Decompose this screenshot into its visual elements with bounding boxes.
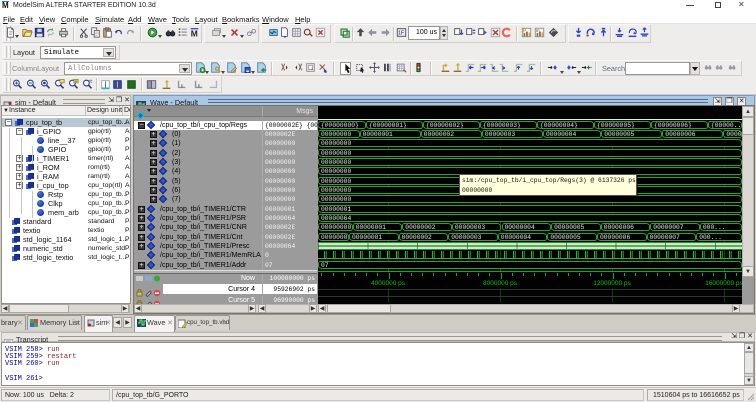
svg-text:M: M — [191, 29, 198, 38]
svg-text:1F: 1F — [398, 31, 404, 37]
